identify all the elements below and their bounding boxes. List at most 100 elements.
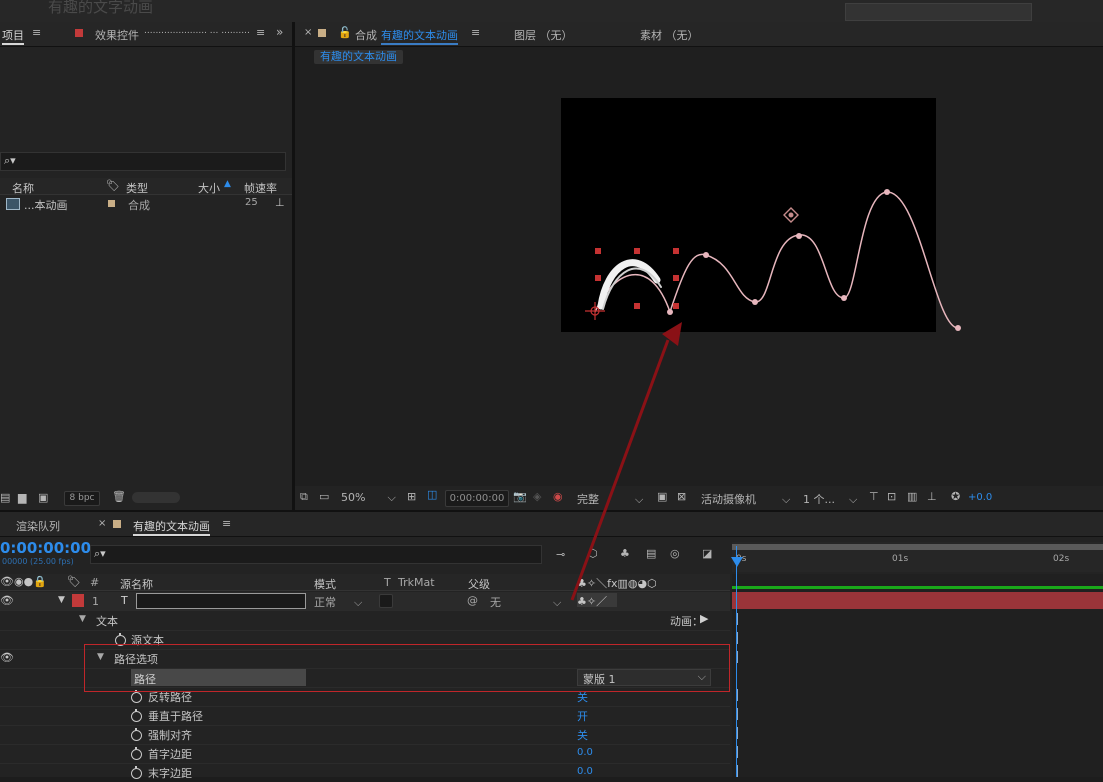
close-tab-icon[interactable]: × xyxy=(304,27,312,38)
exposure-icon[interactable]: ✪ xyxy=(951,491,960,503)
playhead-handle[interactable] xyxy=(731,557,743,567)
lock-icon[interactable]: 🔓 xyxy=(338,26,352,39)
layer-name-field[interactable] xyxy=(136,593,306,609)
keyframe-marker[interactable] xyxy=(737,613,742,625)
panel-menu-icon[interactable]: ≡ xyxy=(256,26,265,39)
interpret-footage-icon[interactable]: ▤ xyxy=(0,492,10,504)
prop-row-text[interactable]: ▼ 文本 动画： ▶ xyxy=(0,611,730,631)
timeline-menu-icon[interactable]: ≡ xyxy=(222,517,231,530)
comp-menu-icon[interactable]: ≡ xyxy=(471,26,480,39)
pickwhip-icon[interactable]: @ xyxy=(467,594,478,607)
row-eye-icon[interactable]: 👁 xyxy=(0,651,14,664)
keyframe-marker[interactable] xyxy=(737,765,742,777)
overflow-icon[interactable]: » xyxy=(276,25,283,39)
graph-editor-icon[interactable]: ◪ xyxy=(702,548,712,560)
animate-menu-icon[interactable]: ▶ xyxy=(700,612,708,625)
comp-viewer[interactable] xyxy=(295,66,1103,486)
region-icon[interactable]: ▭ xyxy=(319,491,329,503)
comp-mini-flowchart-icon[interactable]: ⊸ xyxy=(556,549,565,561)
project-search-input[interactable]: ⌕▾ xyxy=(0,152,286,171)
keyframe-marker[interactable] xyxy=(737,651,742,663)
keyframe-marker[interactable] xyxy=(737,746,742,758)
trkmat-box[interactable] xyxy=(379,594,393,608)
stopwatch-icon[interactable] xyxy=(131,766,142,779)
time-ruler[interactable]: 0s 01s 02s xyxy=(732,542,1103,572)
label-column-icon[interactable]: 🏷 xyxy=(67,575,81,588)
col-parent[interactable]: 父级 xyxy=(468,576,490,592)
footage-tab[interactable]: 素材 （无） xyxy=(640,27,699,43)
timecode-field[interactable]: 0:00:00:00 xyxy=(445,490,509,507)
col-type[interactable]: 类型 xyxy=(126,180,148,196)
color-channels-icon[interactable]: ◉ xyxy=(553,491,563,503)
layer-parent-dropdown[interactable]: 无 ⌵ xyxy=(490,594,561,610)
timeline-comp-tab[interactable]: 有趣的文本动画 xyxy=(133,518,210,536)
layer-duration-bar[interactable] xyxy=(732,592,1103,609)
flowchart-icon[interactable]: ⊥ xyxy=(275,196,285,209)
force-align-value[interactable]: 关 xyxy=(577,727,588,743)
col-name[interactable]: 名称 xyxy=(12,180,34,196)
bpc-button[interactable]: 8 bpc xyxy=(64,491,100,506)
project-tab[interactable]: 项目 xyxy=(2,27,24,45)
toggle-grid-icon[interactable]: ⊠ xyxy=(677,491,686,503)
layer-switches-icons[interactable]: ♣✧＼fx▥◍◕⬡ xyxy=(577,575,657,591)
always-preview-icon[interactable]: ⧉ xyxy=(300,491,308,503)
twirl-icon[interactable]: ▼ xyxy=(79,614,86,624)
top-right-control[interactable] xyxy=(845,3,1032,21)
transparency-grid-icon[interactable]: ◫ xyxy=(427,489,437,501)
project-item-row[interactable]: ...本动画 合成 25 ⊥ xyxy=(0,196,292,212)
comp-breadcrumb[interactable]: 有趣的文本动画 xyxy=(314,50,403,64)
layer-label-swatch[interactable] xyxy=(72,594,84,607)
stopwatch-icon[interactable] xyxy=(131,690,142,703)
layer-switch-icons[interactable]: ♣✧／ xyxy=(577,593,617,608)
trash-icon[interactable]: 🗑 xyxy=(112,491,126,503)
keyframe-marker[interactable] xyxy=(737,689,742,701)
col-fps[interactable]: 帧速率 xyxy=(244,180,277,196)
3d-view-icon[interactable]: ⊡ xyxy=(887,491,896,503)
shy-layers-icon[interactable]: ♣ xyxy=(620,548,630,560)
col-trkmat[interactable]: TrkMat xyxy=(398,576,435,589)
av-switches-icon[interactable]: 👁◉●🔒 xyxy=(0,575,47,588)
col-size[interactable]: 大小 xyxy=(198,180,220,196)
track-area[interactable] xyxy=(732,574,1103,777)
timeline-search-input[interactable]: ⌕▾ xyxy=(90,545,542,564)
stopwatch-icon[interactable] xyxy=(131,728,142,741)
layer-tab[interactable]: 图层 （无） xyxy=(514,27,573,43)
layer-twirl-icon[interactable]: ▼ xyxy=(58,595,65,605)
fast-preview-icon[interactable]: ▣ xyxy=(657,491,667,503)
new-folder-icon[interactable]: ▆ xyxy=(18,492,26,504)
label-tag-icon[interactable]: 🏷 xyxy=(106,179,120,192)
keyframe-marker[interactable] xyxy=(737,708,742,720)
perpendicular-value[interactable]: 开 xyxy=(577,708,588,724)
prop-row-last-margin[interactable]: 末字边距 0.0 xyxy=(0,763,730,782)
comp-tab-name[interactable]: 有趣的文本动画 xyxy=(381,27,458,45)
layer-visibility-icon[interactable]: 👁 xyxy=(0,594,14,607)
motion-blur-icon[interactable]: ◎ xyxy=(670,548,680,560)
effects-controls-tab[interactable]: 效果控件 xyxy=(95,27,139,43)
render-queue-tab[interactable]: 渲染队列 xyxy=(16,518,60,534)
col-source-name[interactable]: 源名称 xyxy=(120,576,153,592)
close-timeline-icon[interactable]: × xyxy=(98,518,106,529)
prop-row-force-align[interactable]: 强制对齐 关 xyxy=(0,725,730,745)
layer-row[interactable]: 👁 ▼ 1 T 正常 ⌵ @ 无 ⌵ ♣✧／ xyxy=(0,592,730,611)
timeline-icon[interactable]: ▥ xyxy=(907,491,917,503)
snapshot-icon[interactable]: 📷 xyxy=(513,491,527,503)
layer-mode-dropdown[interactable]: 正常 ⌵ xyxy=(314,594,362,610)
last-margin-value[interactable]: 0.0 xyxy=(577,766,593,777)
views-dropdown[interactable]: 1 个... ⌵ xyxy=(803,491,857,507)
resolution-icon[interactable]: ⊞ xyxy=(407,491,416,503)
camera-dropdown[interactable]: 活动摄像机 ⌵ xyxy=(701,491,790,507)
col-mode[interactable]: 模式 xyxy=(314,576,336,592)
prop-row-perpendicular[interactable]: 垂直于路径 开 xyxy=(0,706,730,726)
thumbnail-slider[interactable] xyxy=(132,492,180,503)
stopwatch-icon[interactable] xyxy=(131,747,142,760)
prop-row-first-margin[interactable]: 首字边距 0.0 xyxy=(0,744,730,764)
quality-dropdown[interactable]: 完整 ⌵ xyxy=(577,491,643,507)
stopwatch-icon[interactable] xyxy=(131,709,142,722)
current-time[interactable]: 0:00:00:00 xyxy=(0,539,91,557)
animate-label[interactable]: 动画： xyxy=(670,613,703,629)
keyframe-marker[interactable] xyxy=(737,727,742,739)
exposure-value[interactable]: +0.0 xyxy=(968,492,992,503)
flowchart-toolbar-icon[interactable]: ⊥ xyxy=(927,491,937,503)
show-snapshot-icon[interactable]: ◈ xyxy=(533,491,541,503)
menu-icon[interactable]: ≡ xyxy=(32,26,41,39)
